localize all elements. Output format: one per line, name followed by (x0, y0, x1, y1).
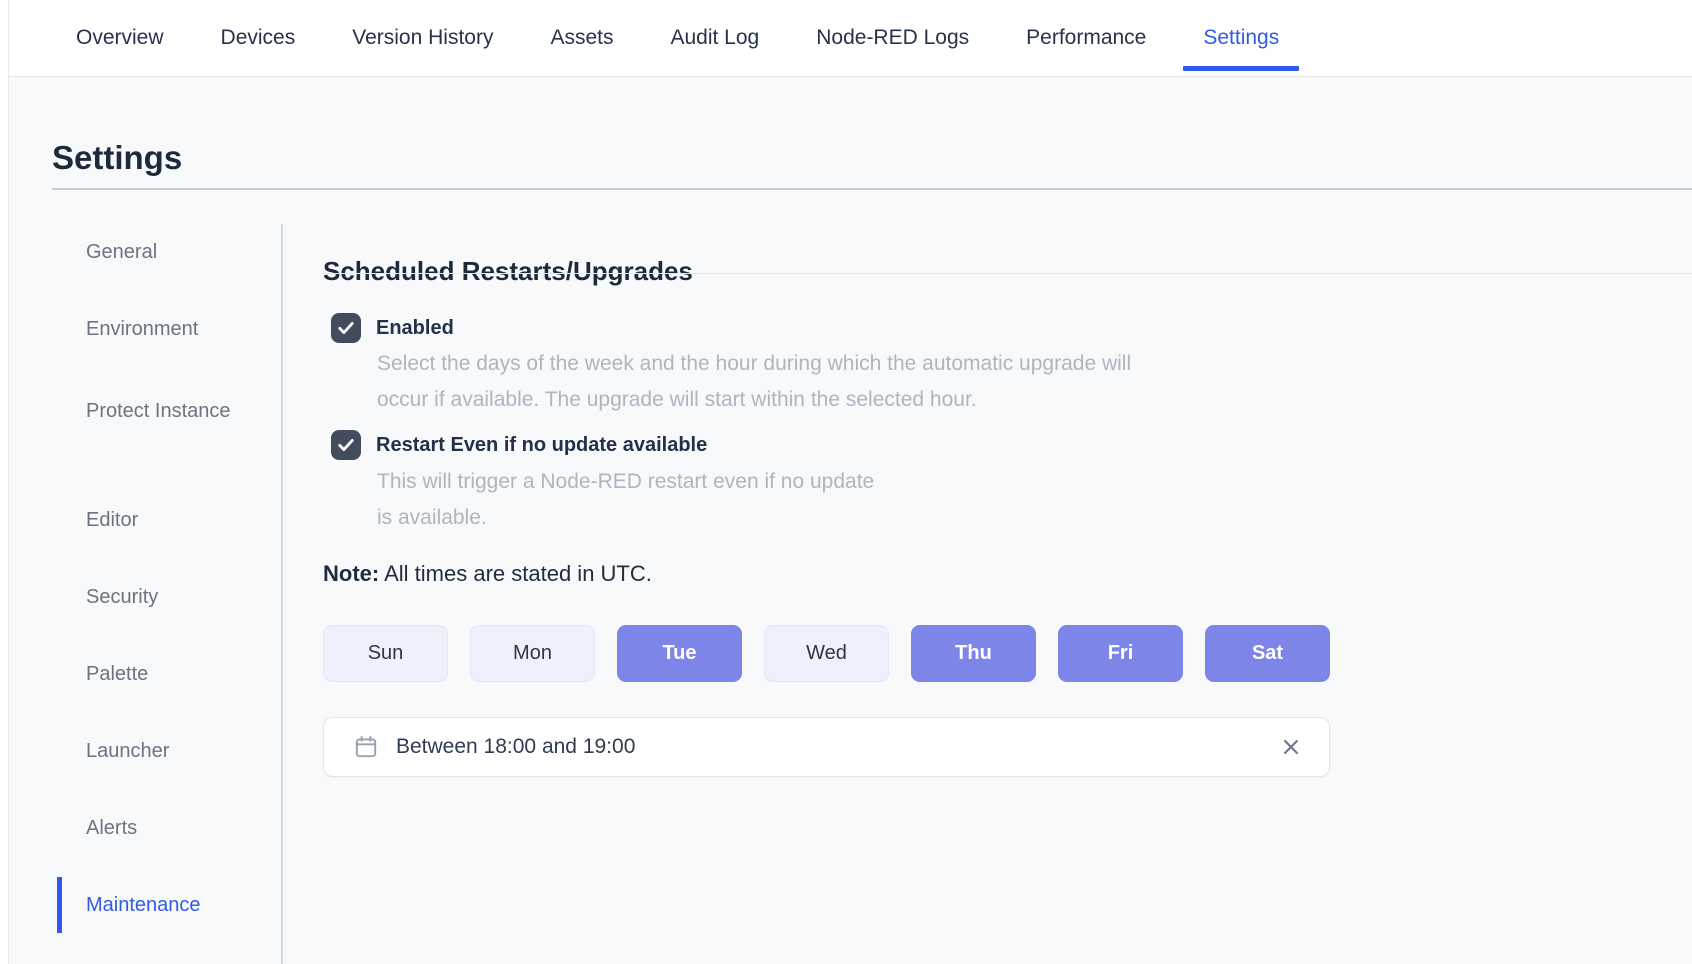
tab-label: Performance (1026, 26, 1146, 50)
sidebar-item-label: Palette (86, 661, 148, 688)
tab-overview[interactable]: Overview (56, 0, 184, 76)
tab-version-history[interactable]: Version History (332, 0, 513, 76)
restart-checkbox-label[interactable]: Restart Even if no update available (376, 434, 707, 457)
sidebar-item-label: Alerts (86, 815, 137, 842)
tab-label: Overview (76, 26, 164, 50)
window-left-edge (0, 0, 9, 964)
day-of-week-selector: Sun Mon Tue Wed Thu Fri Sat (323, 625, 1330, 682)
restart-description: This will trigger a Node-RED restart eve… (377, 464, 874, 536)
check-icon (336, 318, 356, 338)
page-title: Settings (52, 139, 182, 177)
day-label: Mon (513, 642, 552, 665)
enabled-description: Select the days of the week and the hour… (377, 346, 1131, 418)
check-icon (336, 435, 356, 455)
day-label: Fri (1108, 642, 1134, 665)
day-button-sun[interactable]: Sun (323, 625, 448, 682)
instance-tab-bar: Overview Devices Version History Assets … (9, 0, 1692, 77)
utc-note: Note: All times are stated in UTC. (323, 560, 652, 588)
sidebar-item-palette[interactable]: Palette (57, 646, 239, 702)
day-button-tue[interactable]: Tue (617, 625, 742, 682)
time-window-value: Between 18:00 and 19:00 (396, 735, 1278, 759)
day-button-thu[interactable]: Thu (911, 625, 1036, 682)
section-divider (323, 273, 1692, 274)
sidebar-item-label: Environment (86, 316, 198, 343)
sidebar-item-editor[interactable]: Editor (57, 492, 239, 548)
enabled-checkbox[interactable] (331, 313, 361, 343)
day-label: Tue (662, 642, 696, 665)
day-label: Sat (1252, 642, 1283, 665)
day-label: Wed (806, 642, 847, 665)
day-button-sat[interactable]: Sat (1205, 625, 1330, 682)
settings-page: Settings General Environment Protect Ins… (9, 77, 1692, 964)
tab-label: Devices (221, 26, 296, 50)
settings-sidebar: General Environment Protect Instance Edi… (57, 224, 239, 954)
day-label: Sun (368, 642, 404, 665)
restart-checkbox-row: Restart Even if no update available (331, 430, 707, 460)
sidebar-item-protect-instance[interactable]: Protect Instance (57, 378, 239, 444)
sidebar-item-environment[interactable]: Environment (57, 301, 239, 357)
tab-devices[interactable]: Devices (201, 0, 316, 76)
note-text: All times are stated in UTC. (379, 561, 652, 586)
sidebar-item-launcher[interactable]: Launcher (57, 723, 239, 779)
day-button-fri[interactable]: Fri (1058, 625, 1183, 682)
sidebar-item-label: Protect Instance (86, 395, 231, 428)
calendar-icon (353, 734, 379, 760)
sidebar-item-alerts[interactable]: Alerts (57, 800, 239, 856)
sidebar-item-label: General (86, 239, 157, 266)
sidebar-item-security[interactable]: Security (57, 569, 239, 625)
sidebar-item-label: Launcher (86, 738, 169, 765)
tab-performance[interactable]: Performance (1006, 0, 1166, 76)
note-label: Note: (323, 561, 379, 586)
tab-label: Node-RED Logs (816, 26, 969, 50)
tab-audit-log[interactable]: Audit Log (650, 0, 779, 76)
tab-label: Audit Log (670, 26, 759, 50)
title-divider (52, 188, 1692, 190)
sidebar-item-general[interactable]: General (57, 224, 239, 280)
time-window-select[interactable]: Between 18:00 and 19:00 (323, 717, 1330, 777)
sidebar-item-label: Security (86, 584, 158, 611)
enabled-checkbox-row: Enabled (331, 313, 454, 343)
sidebar-item-label: Editor (86, 507, 138, 534)
sidebar-item-maintenance[interactable]: Maintenance (57, 877, 239, 933)
tab-label: Assets (550, 26, 613, 50)
day-label: Thu (955, 642, 992, 665)
tab-label: Settings (1203, 26, 1279, 50)
day-button-wed[interactable]: Wed (764, 625, 889, 682)
enabled-checkbox-label[interactable]: Enabled (376, 317, 454, 340)
tab-settings[interactable]: Settings (1183, 0, 1299, 76)
tab-label: Version History (352, 26, 493, 50)
restart-checkbox[interactable] (331, 430, 361, 460)
tab-assets[interactable]: Assets (530, 0, 633, 76)
day-button-mon[interactable]: Mon (470, 625, 595, 682)
sidebar-item-label: Maintenance (86, 892, 201, 919)
tab-node-red-logs[interactable]: Node-RED Logs (796, 0, 989, 76)
section-title: Scheduled Restarts/Upgrades (323, 256, 693, 287)
x-icon[interactable] (1278, 734, 1304, 760)
sidebar-divider (281, 224, 283, 964)
